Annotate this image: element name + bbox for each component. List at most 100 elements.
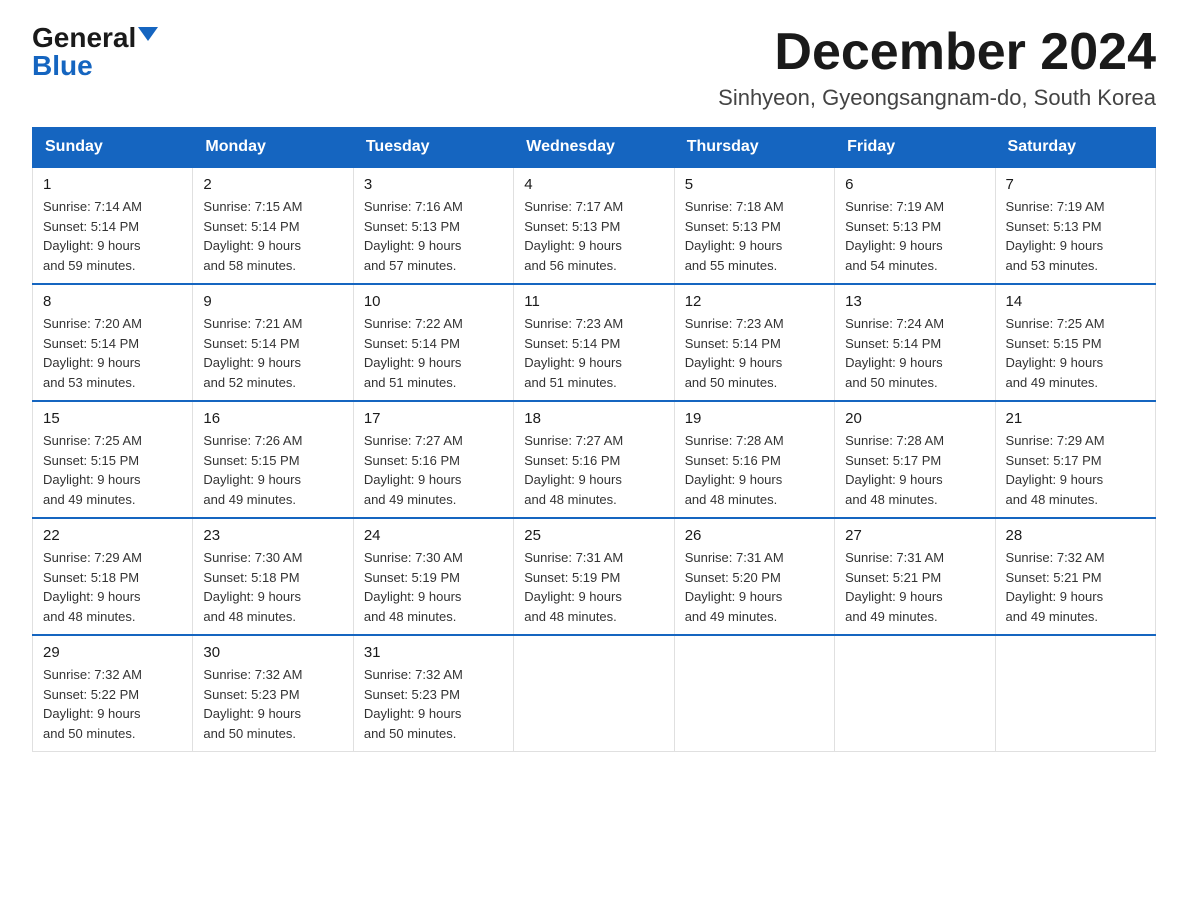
day-info: Sunrise: 7:30 AMSunset: 5:18 PMDaylight:…: [203, 550, 302, 624]
day-info: Sunrise: 7:32 AMSunset: 5:21 PMDaylight:…: [1006, 550, 1105, 624]
day-number: 9: [203, 293, 342, 310]
calendar-cell: 30 Sunrise: 7:32 AMSunset: 5:23 PMDaylig…: [193, 635, 353, 752]
calendar-cell: 29 Sunrise: 7:32 AMSunset: 5:22 PMDaylig…: [33, 635, 193, 752]
calendar-cell: 12 Sunrise: 7:23 AMSunset: 5:14 PMDaylig…: [674, 284, 834, 401]
weekday-header-saturday: Saturday: [995, 128, 1155, 168]
day-info: Sunrise: 7:30 AMSunset: 5:19 PMDaylight:…: [364, 550, 463, 624]
day-info: Sunrise: 7:29 AMSunset: 5:17 PMDaylight:…: [1006, 433, 1105, 507]
calendar-cell: [835, 635, 995, 752]
week-row-5: 29 Sunrise: 7:32 AMSunset: 5:22 PMDaylig…: [33, 635, 1156, 752]
calendar-cell: 24 Sunrise: 7:30 AMSunset: 5:19 PMDaylig…: [353, 518, 513, 635]
day-info: Sunrise: 7:23 AMSunset: 5:14 PMDaylight:…: [685, 316, 784, 390]
calendar-cell: 6 Sunrise: 7:19 AMSunset: 5:13 PMDayligh…: [835, 167, 995, 284]
title-block: December 2024 Sinhyeon, Gyeongsangnam-do…: [718, 24, 1156, 111]
calendar-cell: 21 Sunrise: 7:29 AMSunset: 5:17 PMDaylig…: [995, 401, 1155, 518]
calendar-cell: [995, 635, 1155, 752]
day-number: 17: [364, 410, 503, 427]
calendar-cell: 9 Sunrise: 7:21 AMSunset: 5:14 PMDayligh…: [193, 284, 353, 401]
day-number: 29: [43, 644, 182, 661]
day-info: Sunrise: 7:31 AMSunset: 5:19 PMDaylight:…: [524, 550, 623, 624]
day-number: 16: [203, 410, 342, 427]
day-info: Sunrise: 7:32 AMSunset: 5:23 PMDaylight:…: [364, 667, 463, 741]
day-number: 6: [845, 176, 984, 193]
week-row-3: 15 Sunrise: 7:25 AMSunset: 5:15 PMDaylig…: [33, 401, 1156, 518]
day-number: 25: [524, 527, 663, 544]
day-number: 27: [845, 527, 984, 544]
day-number: 12: [685, 293, 824, 310]
day-number: 15: [43, 410, 182, 427]
weekday-header-friday: Friday: [835, 128, 995, 168]
calendar-cell: 11 Sunrise: 7:23 AMSunset: 5:14 PMDaylig…: [514, 284, 674, 401]
calendar-cell: 31 Sunrise: 7:32 AMSunset: 5:23 PMDaylig…: [353, 635, 513, 752]
weekday-header-wednesday: Wednesday: [514, 128, 674, 168]
day-info: Sunrise: 7:20 AMSunset: 5:14 PMDaylight:…: [43, 316, 142, 390]
day-info: Sunrise: 7:14 AMSunset: 5:14 PMDaylight:…: [43, 199, 142, 273]
calendar-cell: 20 Sunrise: 7:28 AMSunset: 5:17 PMDaylig…: [835, 401, 995, 518]
day-number: 7: [1006, 176, 1145, 193]
calendar-cell: 4 Sunrise: 7:17 AMSunset: 5:13 PMDayligh…: [514, 167, 674, 284]
day-number: 30: [203, 644, 342, 661]
logo-blue-text: Blue: [32, 52, 93, 80]
day-info: Sunrise: 7:15 AMSunset: 5:14 PMDaylight:…: [203, 199, 302, 273]
day-number: 23: [203, 527, 342, 544]
day-info: Sunrise: 7:28 AMSunset: 5:16 PMDaylight:…: [685, 433, 784, 507]
weekday-header-thursday: Thursday: [674, 128, 834, 168]
day-number: 11: [524, 293, 663, 310]
calendar-cell: 8 Sunrise: 7:20 AMSunset: 5:14 PMDayligh…: [33, 284, 193, 401]
day-number: 28: [1006, 527, 1145, 544]
day-number: 18: [524, 410, 663, 427]
logo: General Blue: [32, 24, 158, 80]
month-title: December 2024: [718, 24, 1156, 81]
day-info: Sunrise: 7:26 AMSunset: 5:15 PMDaylight:…: [203, 433, 302, 507]
day-info: Sunrise: 7:28 AMSunset: 5:17 PMDaylight:…: [845, 433, 944, 507]
weekday-header-monday: Monday: [193, 128, 353, 168]
calendar-cell: 27 Sunrise: 7:31 AMSunset: 5:21 PMDaylig…: [835, 518, 995, 635]
day-info: Sunrise: 7:32 AMSunset: 5:23 PMDaylight:…: [203, 667, 302, 741]
day-number: 2: [203, 176, 342, 193]
day-info: Sunrise: 7:27 AMSunset: 5:16 PMDaylight:…: [364, 433, 463, 507]
day-info: Sunrise: 7:21 AMSunset: 5:14 PMDaylight:…: [203, 316, 302, 390]
day-number: 21: [1006, 410, 1145, 427]
calendar-cell: 10 Sunrise: 7:22 AMSunset: 5:14 PMDaylig…: [353, 284, 513, 401]
day-number: 5: [685, 176, 824, 193]
day-info: Sunrise: 7:29 AMSunset: 5:18 PMDaylight:…: [43, 550, 142, 624]
day-info: Sunrise: 7:23 AMSunset: 5:14 PMDaylight:…: [524, 316, 623, 390]
calendar-cell: 15 Sunrise: 7:25 AMSunset: 5:15 PMDaylig…: [33, 401, 193, 518]
weekday-header-sunday: Sunday: [33, 128, 193, 168]
calendar-cell: 17 Sunrise: 7:27 AMSunset: 5:16 PMDaylig…: [353, 401, 513, 518]
day-info: Sunrise: 7:24 AMSunset: 5:14 PMDaylight:…: [845, 316, 944, 390]
day-number: 31: [364, 644, 503, 661]
day-number: 8: [43, 293, 182, 310]
day-info: Sunrise: 7:31 AMSunset: 5:21 PMDaylight:…: [845, 550, 944, 624]
day-info: Sunrise: 7:25 AMSunset: 5:15 PMDaylight:…: [1006, 316, 1105, 390]
calendar-cell: 1 Sunrise: 7:14 AMSunset: 5:14 PMDayligh…: [33, 167, 193, 284]
calendar-cell: 19 Sunrise: 7:28 AMSunset: 5:16 PMDaylig…: [674, 401, 834, 518]
day-info: Sunrise: 7:17 AMSunset: 5:13 PMDaylight:…: [524, 199, 623, 273]
logo-triangle-icon: [138, 27, 158, 41]
calendar-cell: 3 Sunrise: 7:16 AMSunset: 5:13 PMDayligh…: [353, 167, 513, 284]
day-number: 4: [524, 176, 663, 193]
calendar-cell: 22 Sunrise: 7:29 AMSunset: 5:18 PMDaylig…: [33, 518, 193, 635]
logo-general-text: General: [32, 24, 136, 52]
day-number: 14: [1006, 293, 1145, 310]
calendar-cell: 13 Sunrise: 7:24 AMSunset: 5:14 PMDaylig…: [835, 284, 995, 401]
day-info: Sunrise: 7:31 AMSunset: 5:20 PMDaylight:…: [685, 550, 784, 624]
calendar-cell: 28 Sunrise: 7:32 AMSunset: 5:21 PMDaylig…: [995, 518, 1155, 635]
day-number: 26: [685, 527, 824, 544]
calendar-cell: 2 Sunrise: 7:15 AMSunset: 5:14 PMDayligh…: [193, 167, 353, 284]
calendar-cell: 25 Sunrise: 7:31 AMSunset: 5:19 PMDaylig…: [514, 518, 674, 635]
day-number: 13: [845, 293, 984, 310]
day-number: 10: [364, 293, 503, 310]
day-info: Sunrise: 7:25 AMSunset: 5:15 PMDaylight:…: [43, 433, 142, 507]
day-info: Sunrise: 7:32 AMSunset: 5:22 PMDaylight:…: [43, 667, 142, 741]
week-row-2: 8 Sunrise: 7:20 AMSunset: 5:14 PMDayligh…: [33, 284, 1156, 401]
day-info: Sunrise: 7:16 AMSunset: 5:13 PMDaylight:…: [364, 199, 463, 273]
day-number: 3: [364, 176, 503, 193]
day-number: 1: [43, 176, 182, 193]
calendar-cell: [514, 635, 674, 752]
day-number: 22: [43, 527, 182, 544]
calendar-table: SundayMondayTuesdayWednesdayThursdayFrid…: [32, 127, 1156, 752]
calendar-cell: 26 Sunrise: 7:31 AMSunset: 5:20 PMDaylig…: [674, 518, 834, 635]
calendar-cell: 7 Sunrise: 7:19 AMSunset: 5:13 PMDayligh…: [995, 167, 1155, 284]
calendar-cell: 14 Sunrise: 7:25 AMSunset: 5:15 PMDaylig…: [995, 284, 1155, 401]
